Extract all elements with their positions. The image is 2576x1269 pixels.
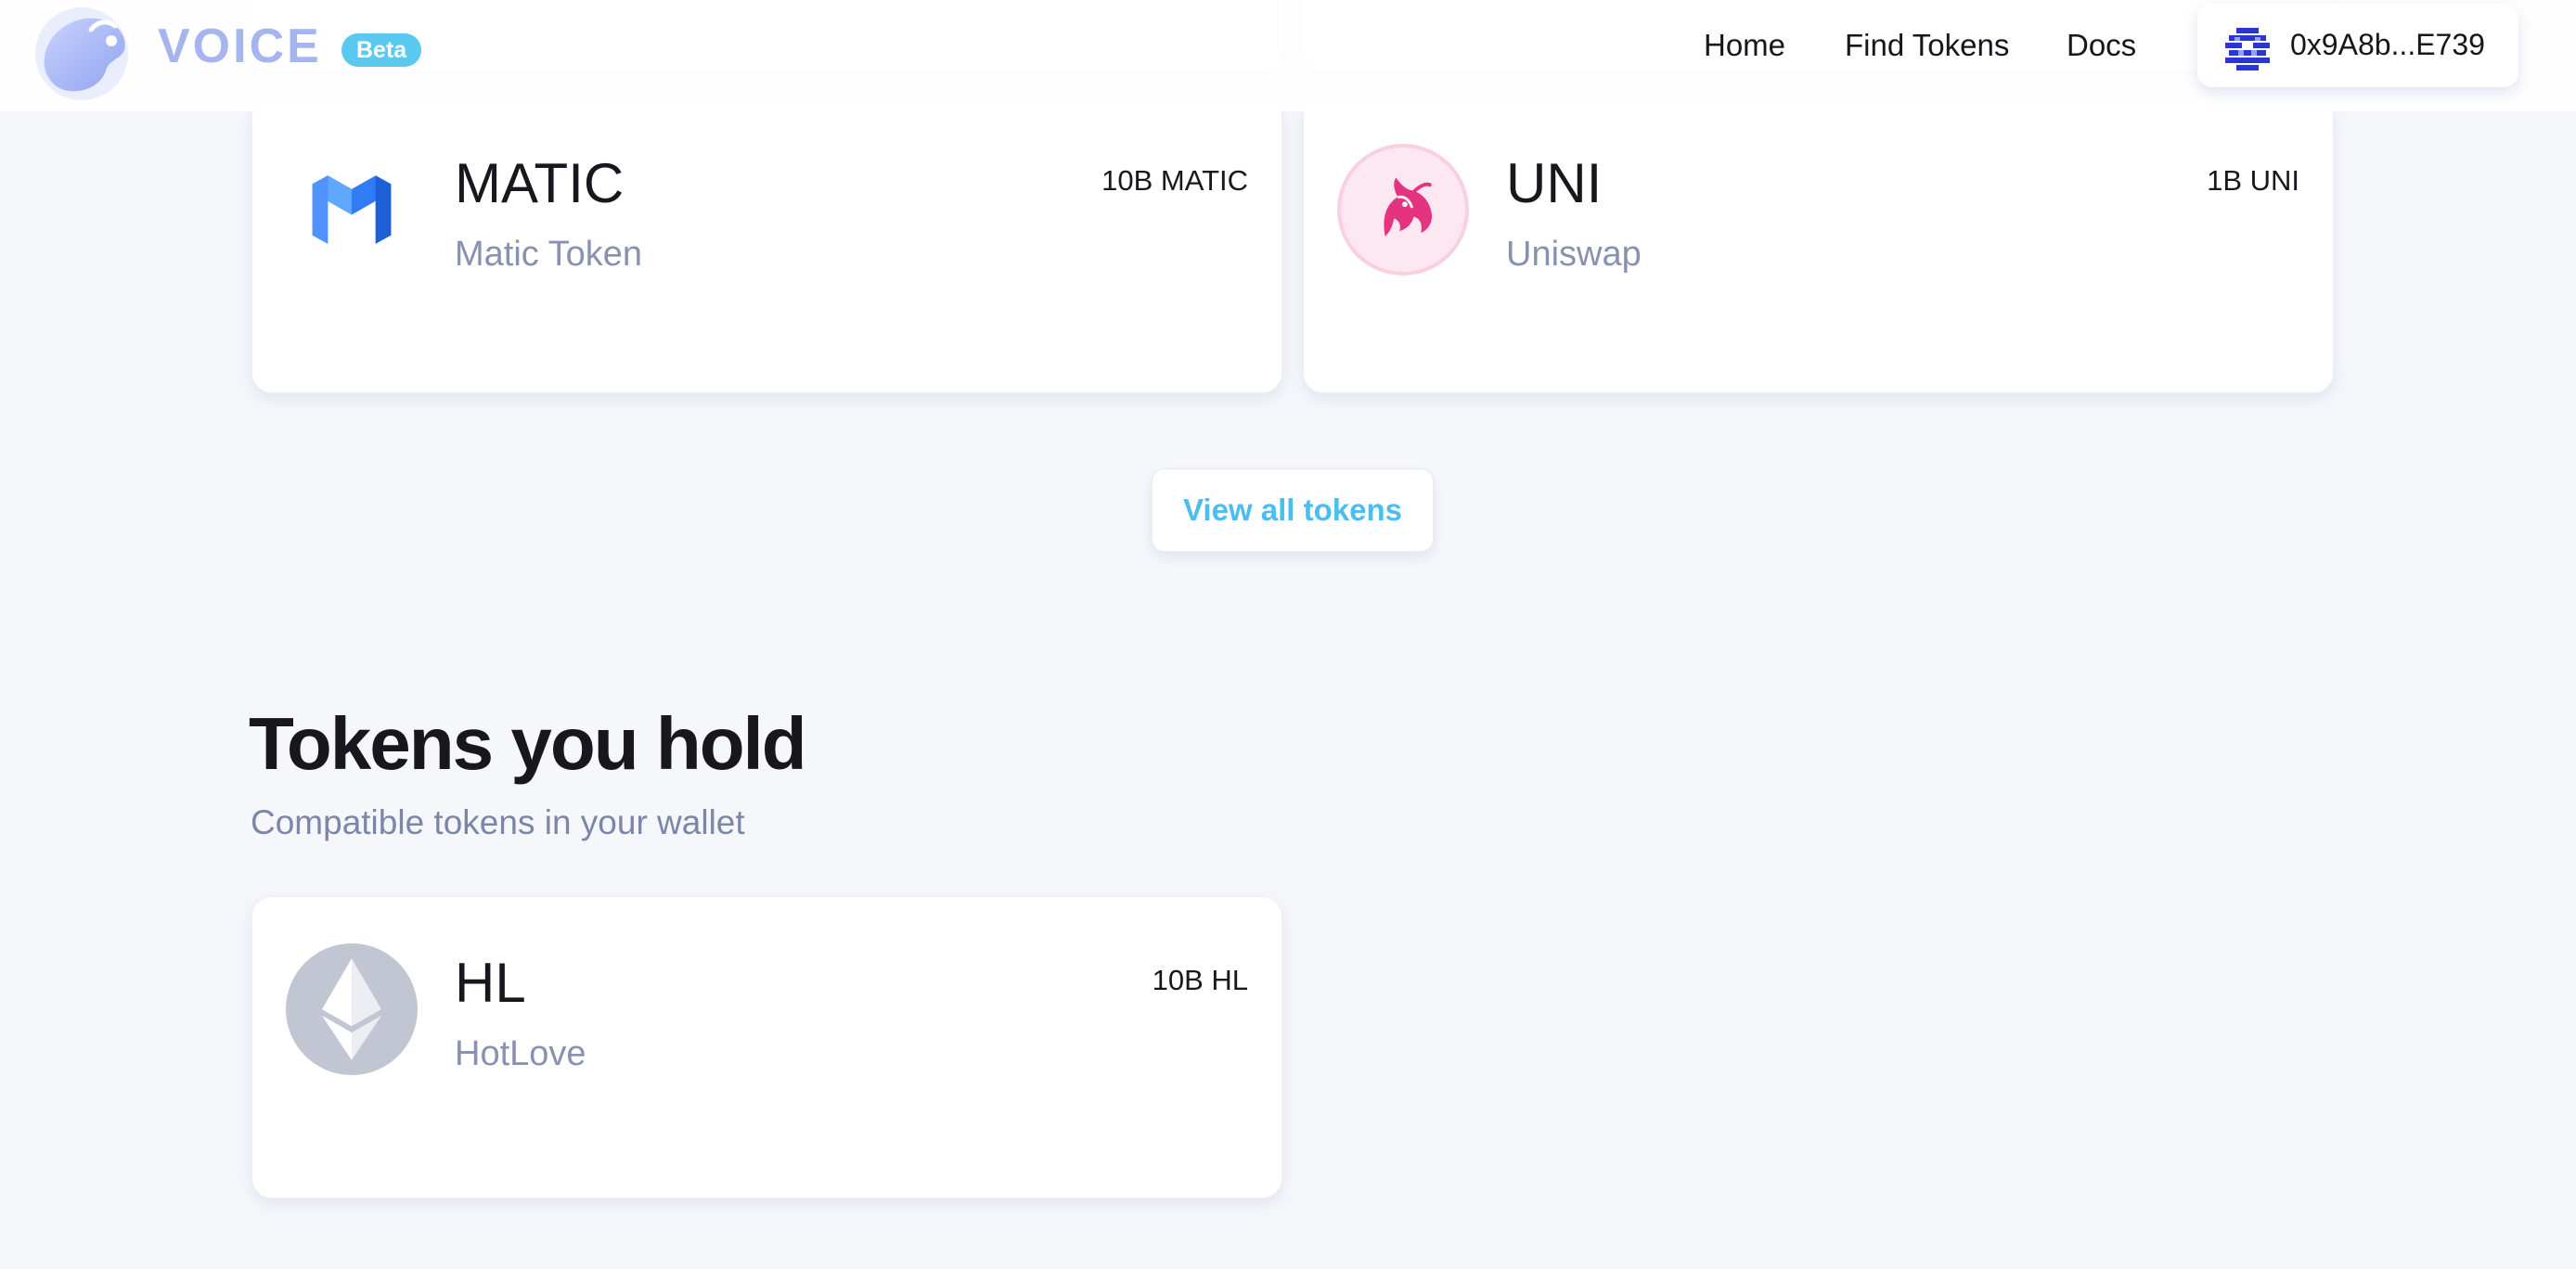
nav-link-home[interactable]: Home	[1704, 28, 1785, 63]
token-card-uni[interactable]: UNI Uniswap 1B UNI	[1303, 96, 2334, 393]
token-name: Matic Token	[455, 235, 643, 274]
token-name: HotLove	[455, 1034, 586, 1073]
wallet-avatar-icon	[2225, 26, 2270, 70]
token-supply: 10B MATIC	[1101, 164, 1248, 197]
token-supply: 1B UNI	[2207, 164, 2299, 197]
wallet-address: 0x9A8b...E739	[2290, 28, 2485, 61]
top-nav-bar: VOICE Beta Home Find Tokens Docs	[0, 0, 2576, 111]
token-symbol: HL	[455, 952, 526, 1014]
token-card-hl[interactable]: HL HotLove 10B HL	[251, 896, 1282, 1198]
polygon-icon	[286, 144, 418, 276]
unicorn-icon	[1337, 144, 1469, 276]
beta-badge: Beta	[341, 33, 422, 67]
section-subtitle: Compatible tokens in your wallet	[251, 803, 745, 841]
token-card-matic[interactable]: MATIC Matic Token 10B MATIC	[251, 96, 1282, 393]
view-all-tokens-button[interactable]: View all tokens	[1152, 468, 1434, 552]
token-name: Uniswap	[1506, 235, 1642, 274]
token-symbol: MATIC	[455, 152, 625, 214]
token-symbol: UNI	[1506, 152, 1603, 214]
nav-link-docs[interactable]: Docs	[2067, 28, 2136, 63]
brand-name[interactable]: VOICE	[158, 19, 322, 74]
voice-logo-icon[interactable]	[32, 2, 135, 102]
ethereum-icon	[286, 943, 418, 1075]
nav-link-find-tokens[interactable]: Find Tokens	[1845, 28, 2009, 63]
token-supply: 10B HL	[1152, 964, 1248, 996]
wallet-account-button[interactable]: 0x9A8b...E739	[2197, 4, 2518, 87]
section-title: Tokens you hold	[249, 702, 807, 785]
